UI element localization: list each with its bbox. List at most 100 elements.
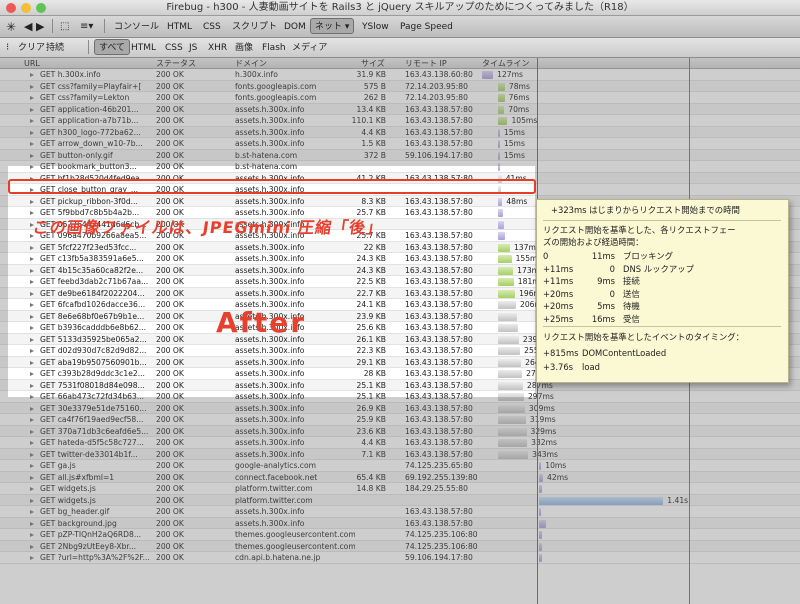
- expand-arrow-icon[interactable]: [30, 268, 34, 273]
- filter-all[interactable]: すべて: [94, 39, 131, 55]
- timeline-bar[interactable]: [497, 243, 510, 252]
- phase-duration: 0: [609, 288, 615, 299]
- zoom-window-button[interactable]: [36, 3, 46, 13]
- tab-net[interactable]: ネット ▾: [310, 18, 355, 34]
- request-domain: assets.h.300x.info: [235, 369, 305, 378]
- tab-yslow[interactable]: YSlow: [362, 19, 389, 35]
- expand-arrow-icon[interactable]: [30, 372, 34, 376]
- filter-images[interactable]: 画像: [235, 40, 253, 56]
- request-size: 22 KB: [363, 242, 386, 252]
- tab-css[interactable]: CSS: [203, 19, 221, 35]
- dim-overlay-top: [0, 58, 800, 166]
- request-status: 200 OK: [156, 357, 184, 367]
- expand-arrow-icon[interactable]: [30, 349, 34, 353]
- timeline-duration: 48ms: [506, 196, 528, 206]
- request-remote-ip: 163.43.138.57:80: [405, 254, 473, 263]
- event-label: load: [582, 362, 600, 372]
- panel-menu-icon[interactable]: ≡▾: [80, 19, 93, 35]
- timeline-bar[interactable]: [497, 312, 517, 321]
- request-status: 200 OK: [156, 254, 184, 263]
- timeline-bar[interactable]: [497, 358, 522, 367]
- annotation-note: この画像ファイルは、JPEGmini 圧縮「後」: [31, 218, 385, 237]
- timeline-bar[interactable]: [497, 220, 505, 229]
- firebug-bug-icon[interactable]: ✳: [6, 19, 20, 35]
- request-status: 200 OK: [156, 196, 184, 206]
- request-status: 200 OK: [156, 265, 184, 275]
- expand-arrow-icon[interactable]: [30, 199, 34, 204]
- nav-forward-icon[interactable]: ▶: [36, 19, 44, 35]
- tooltip-head: +323ms はじまりからリクエスト開始までの時間: [551, 205, 740, 215]
- request-domain: assets.h.300x.info: [235, 196, 305, 206]
- phase-label: 接続: [623, 276, 640, 286]
- event-label: DOMContentLoaded: [582, 348, 667, 358]
- grip-icon: ⁝: [6, 42, 10, 53]
- expand-arrow-icon[interactable]: [30, 360, 34, 365]
- request-size: 26.1 KB: [356, 334, 386, 344]
- expand-arrow-icon[interactable]: [30, 211, 34, 215]
- nav-back-icon[interactable]: ◀: [24, 19, 32, 35]
- timeline-bar[interactable]: [497, 347, 521, 355]
- timeline-bar[interactable]: [497, 197, 503, 206]
- minimize-window-button[interactable]: [21, 3, 31, 13]
- filter-css[interactable]: CSS: [165, 40, 183, 56]
- request-status: 200 OK: [156, 242, 184, 252]
- tooltip-phase-title-1: リクエスト開始を基準とした、各リクエストフェー: [543, 225, 736, 235]
- filter-html[interactable]: HTML: [131, 40, 156, 56]
- expand-arrow-icon[interactable]: [30, 303, 34, 307]
- request-url: GET pickup_ribbon-3f0d...: [40, 196, 138, 206]
- request-url: GET c13fb5a383591a6e5...: [40, 254, 144, 263]
- request-remote-ip: 163.43.138.57:80: [405, 323, 473, 332]
- request-remote-ip: 163.43.138.57:80: [405, 357, 473, 367]
- expand-arrow-icon[interactable]: [30, 383, 34, 388]
- filter-xhr[interactable]: XHR: [208, 40, 227, 56]
- tab-html[interactable]: HTML: [167, 19, 192, 35]
- phase-label: 待機: [623, 301, 640, 311]
- timeline-bar[interactable]: [497, 381, 523, 390]
- timeline-bar[interactable]: [497, 266, 514, 275]
- request-size: 22.5 KB: [356, 277, 386, 286]
- dim-overlay-left: [0, 166, 8, 397]
- inspect-icon[interactable]: ⬚: [60, 19, 69, 35]
- timeline-bar[interactable]: [497, 301, 517, 309]
- timeline-bar[interactable]: [497, 232, 505, 240]
- net-filter-toolbar: ⁝ クリア 持続 すべて HTML CSS JS XHR 画像 Flash メデ…: [0, 38, 800, 58]
- expand-arrow-icon[interactable]: [30, 337, 34, 342]
- window-title: Firebug - h300 - 人妻動画サイトを Rails3 と jQuer…: [166, 2, 634, 13]
- request-url: GET 5fcf227f23ed53fcc...: [40, 242, 137, 252]
- persist-button[interactable]: 持続: [46, 40, 64, 56]
- timeline-bar[interactable]: [497, 255, 512, 263]
- filter-flash[interactable]: Flash: [262, 40, 286, 56]
- request-remote-ip: 163.43.138.57:80: [405, 346, 473, 355]
- expand-arrow-icon[interactable]: [30, 326, 34, 330]
- request-domain: assets.h.300x.info: [235, 265, 305, 275]
- request-size: 24.3 KB: [356, 265, 386, 275]
- timeline-bar[interactable]: [497, 370, 523, 378]
- expand-arrow-icon[interactable]: [30, 257, 34, 261]
- tab-dom[interactable]: DOM: [284, 19, 306, 35]
- close-window-button[interactable]: [6, 3, 16, 13]
- request-remote-ip: 163.43.138.57:80: [405, 288, 473, 298]
- expand-arrow-icon[interactable]: [30, 291, 34, 296]
- request-remote-ip: 163.43.138.57:80: [405, 300, 473, 309]
- request-status: 200 OK: [156, 346, 184, 355]
- filter-js[interactable]: JS: [189, 40, 197, 56]
- request-url: GET d02d930d7c82d9d82...: [40, 346, 147, 355]
- timeline-bar[interactable]: [497, 209, 503, 217]
- filter-media[interactable]: メディア: [292, 40, 327, 56]
- request-url: GET 5133d35925be065a2...: [40, 334, 147, 344]
- timeline-bar[interactable]: [497, 289, 516, 298]
- timeline-bar[interactable]: [497, 278, 514, 286]
- tab-console[interactable]: コンソール: [114, 19, 159, 35]
- tab-script[interactable]: スクリプト: [232, 19, 277, 35]
- tab-page-speed[interactable]: Page Speed: [400, 19, 453, 35]
- request-remote-ip: 163.43.138.57:80: [405, 231, 473, 240]
- expand-arrow-icon[interactable]: [30, 280, 34, 284]
- request-domain: assets.h.300x.info: [235, 242, 305, 252]
- request-remote-ip: 163.43.138.57:80: [405, 208, 473, 217]
- timeline-bar[interactable]: [497, 324, 518, 332]
- timeline-bar[interactable]: [497, 335, 519, 344]
- expand-arrow-icon[interactable]: [30, 314, 34, 319]
- clear-button[interactable]: クリア: [18, 40, 45, 56]
- request-remote-ip: 163.43.138.57:80: [405, 242, 473, 252]
- expand-arrow-icon[interactable]: [30, 245, 34, 250]
